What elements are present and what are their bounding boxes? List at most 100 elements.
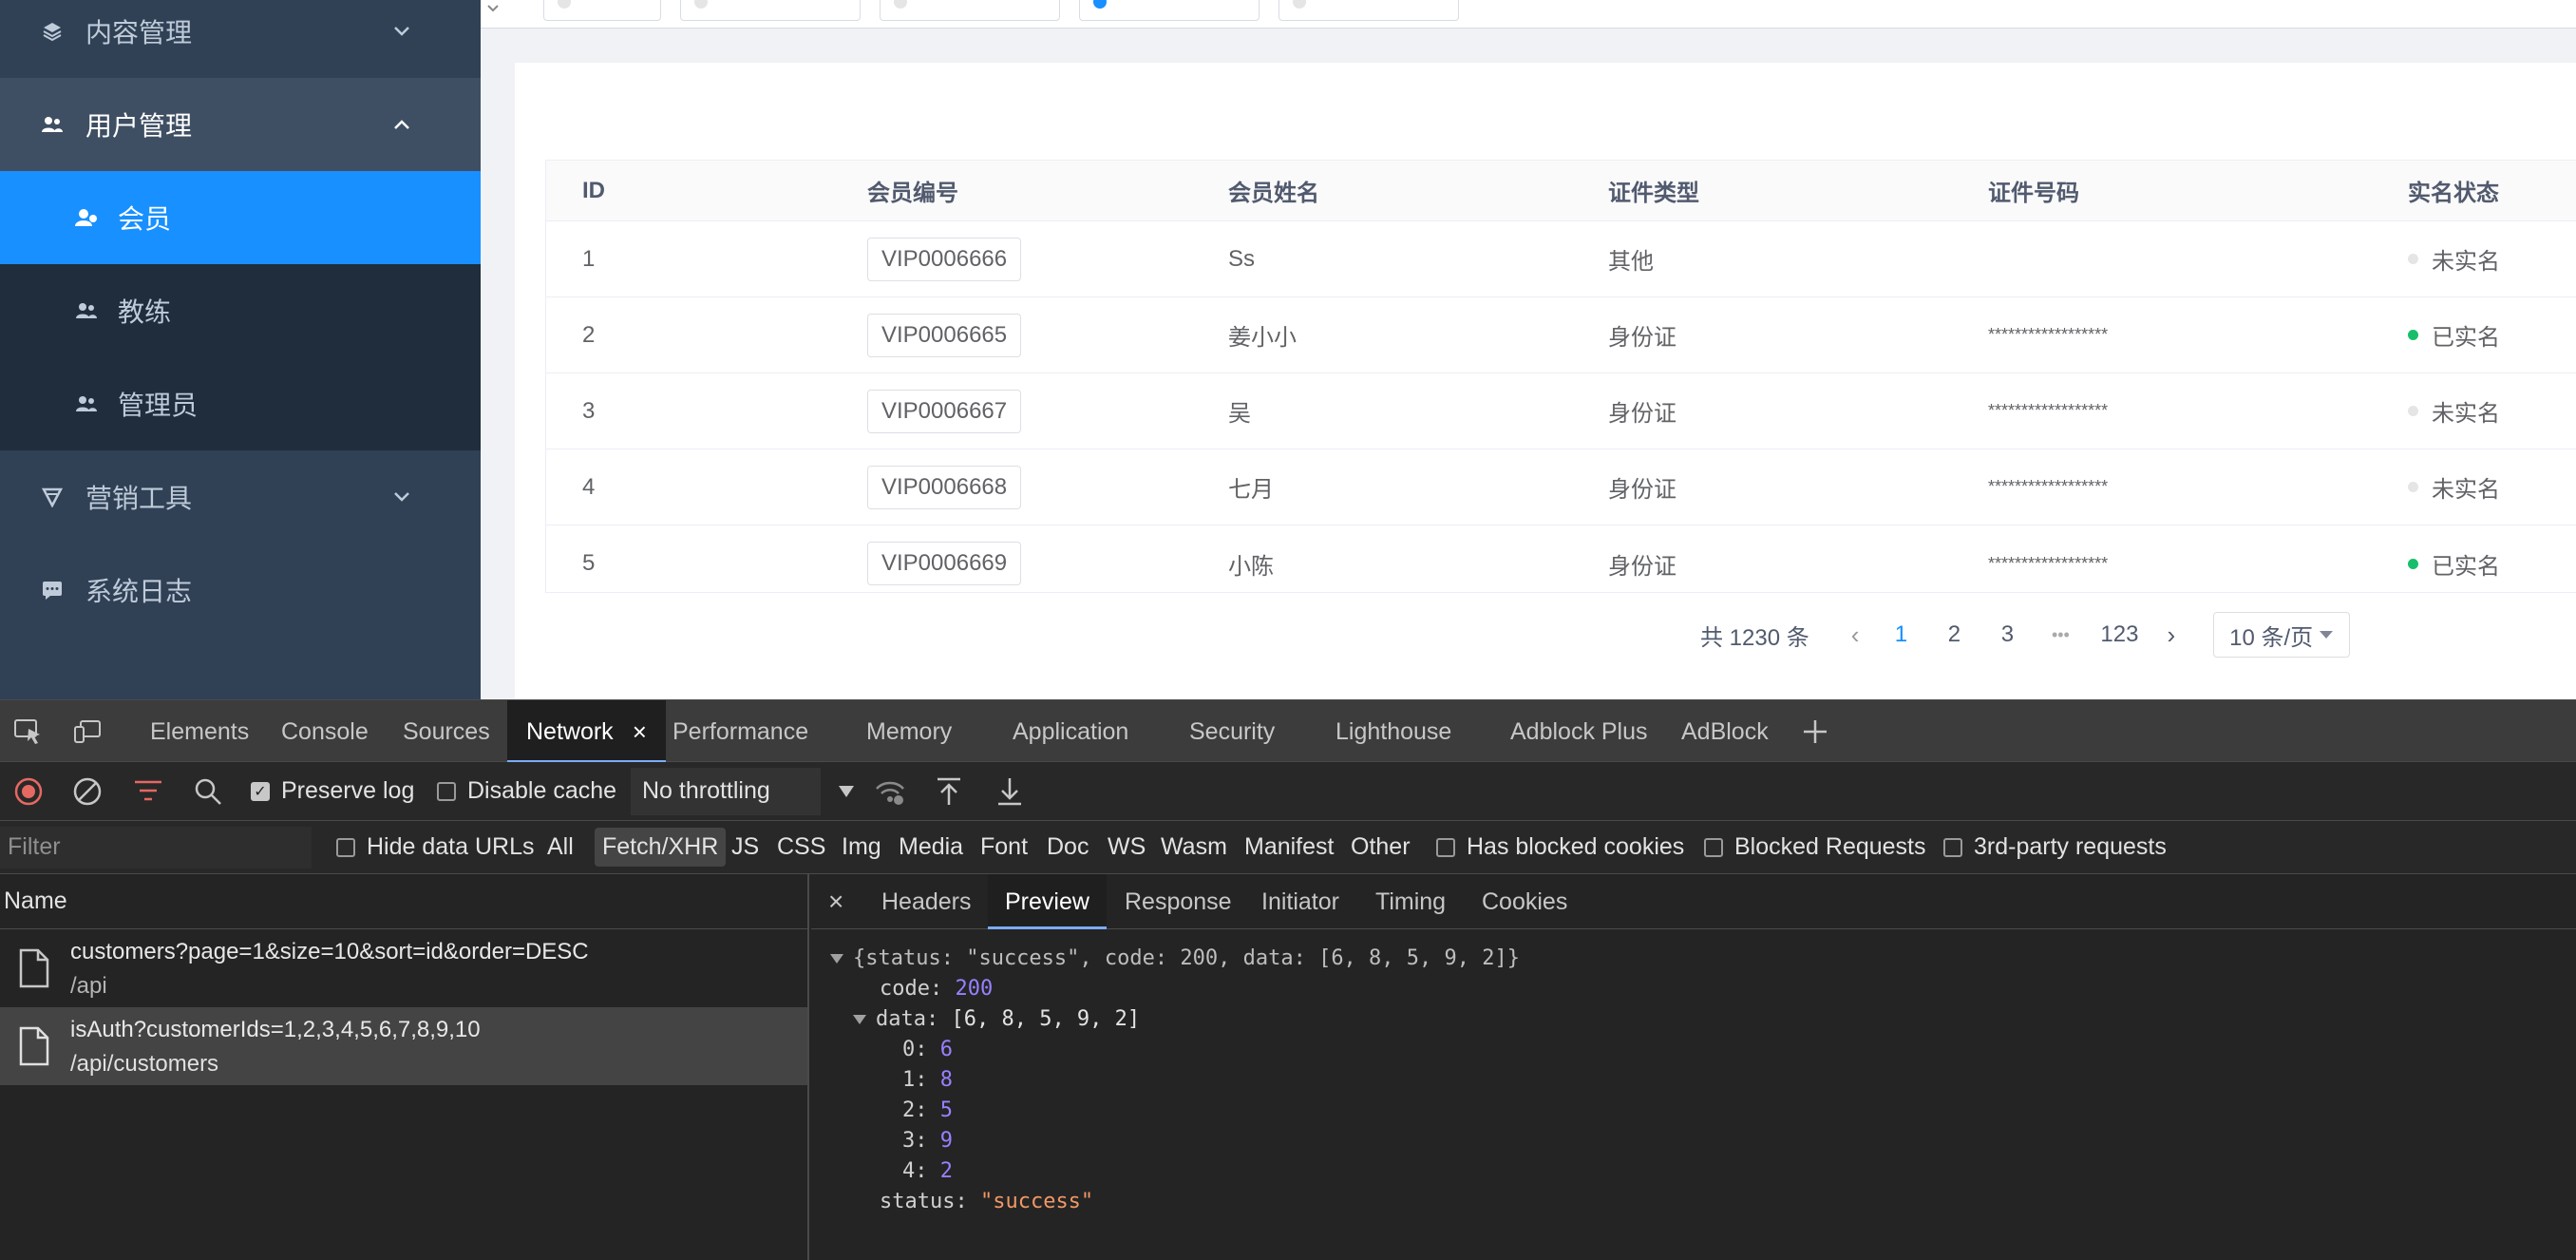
cell-name: 吴 xyxy=(1228,401,1251,427)
close-details-icon[interactable]: × xyxy=(828,874,843,929)
cell-id-type: 身份证 xyxy=(1608,477,1676,503)
type-filter-img[interactable]: Img xyxy=(842,821,881,873)
type-filter-ws[interactable]: WS xyxy=(1108,821,1146,873)
checkbox-icon xyxy=(1704,837,1723,857)
blocked-requests-checkbox[interactable]: Blocked Requests xyxy=(1704,821,1926,873)
sidebar-item-label: 系统日志 xyxy=(85,577,193,606)
tag-item[interactable] xyxy=(880,0,1060,21)
cell-id: 1 xyxy=(582,245,596,272)
tab-adblock[interactable]: AdBlock xyxy=(1681,700,1769,763)
hide-data-urls-checkbox[interactable]: Hide data URLs xyxy=(336,821,534,873)
tab-lighthouse[interactable]: Lighthouse xyxy=(1335,700,1451,763)
tab-application[interactable]: Application xyxy=(1013,700,1128,763)
next-page-icon[interactable]: › xyxy=(2167,620,2175,650)
type-filter-css[interactable]: CSS xyxy=(777,821,825,873)
request-row[interactable]: customers?page=1&size=10&sort=id&order=D… xyxy=(0,929,807,1007)
page-2[interactable]: 2 xyxy=(1941,621,1967,648)
page-ellipsis[interactable]: ••• xyxy=(2047,625,2074,645)
json-root[interactable]: {status: "success", code: 200, data: [6,… xyxy=(830,946,1520,970)
tab-console[interactable]: Console xyxy=(281,700,369,763)
tab-network[interactable]: Network × xyxy=(507,700,666,763)
inspect-element-icon[interactable] xyxy=(13,700,44,763)
file-icon xyxy=(19,948,49,988)
column-header: 证件类型 xyxy=(1608,181,1699,206)
page-1[interactable]: 1 xyxy=(1887,621,1914,648)
import-har-icon[interactable] xyxy=(935,762,963,820)
tab-cookies[interactable]: Cookies xyxy=(1482,874,1567,929)
tab-elements[interactable]: Elements xyxy=(150,700,249,763)
sidebar-item-logs[interactable]: 系统日志 xyxy=(0,544,481,637)
tag-item[interactable] xyxy=(1279,0,1459,21)
tab-adblock-plus[interactable]: Adblock Plus xyxy=(1510,700,1648,763)
clear-icon[interactable] xyxy=(72,762,103,820)
has-blocked-cookies-checkbox[interactable]: Has blocked cookies xyxy=(1436,821,1684,873)
sidebar-item-coach[interactable]: 教练 xyxy=(0,264,481,357)
tag-item[interactable] xyxy=(680,0,861,21)
type-filter-media[interactable]: Media xyxy=(899,821,963,873)
tab-security[interactable]: Security xyxy=(1189,700,1275,763)
tags-scroll-icon[interactable] xyxy=(483,0,503,21)
checkbox-checked-icon xyxy=(251,781,270,801)
json-data-summary: [6, 8, 5, 9, 2] xyxy=(951,1007,1141,1031)
filter-icon[interactable] xyxy=(133,762,163,820)
type-filter-wasm[interactable]: Wasm xyxy=(1161,821,1227,873)
log-icon xyxy=(40,578,65,602)
record-icon[interactable] xyxy=(13,762,44,820)
add-tab-icon[interactable] xyxy=(1801,700,1829,763)
status-dot xyxy=(2408,254,2418,264)
throttling-select[interactable]: No throttling xyxy=(631,762,855,820)
table-row[interactable]: 5 VIP0006669 小陈 身份证 ****************** 已… xyxy=(546,525,2576,601)
device-toggle-icon[interactable] xyxy=(72,700,103,763)
coach-icon xyxy=(74,298,99,323)
json-data[interactable]: data: [6, 8, 5, 9, 2] xyxy=(853,1007,1140,1031)
tab-sources[interactable]: Sources xyxy=(403,700,490,763)
cell-id-number: ****************** xyxy=(1988,477,2109,496)
search-icon[interactable] xyxy=(194,762,222,820)
type-filter-all[interactable]: All xyxy=(547,821,574,873)
tab-response[interactable]: Response xyxy=(1125,874,1232,929)
name-column-header[interactable]: Name xyxy=(0,874,807,929)
close-icon[interactable]: × xyxy=(633,717,647,747)
table-row[interactable]: 2 VIP0006665 姜小小 身份证 ****************** … xyxy=(546,297,2576,373)
page-last[interactable]: 123 xyxy=(2100,621,2138,648)
throttling-value: No throttling xyxy=(642,777,770,804)
page-3[interactable]: 3 xyxy=(1994,621,2020,648)
tag-item-active[interactable] xyxy=(1079,0,1260,21)
disable-cache-checkbox[interactable]: Disable cache xyxy=(437,762,616,820)
column-header: ID xyxy=(582,177,605,203)
export-har-icon[interactable] xyxy=(995,762,1024,820)
member-icon xyxy=(74,205,99,230)
type-filter-doc[interactable]: Doc xyxy=(1047,821,1089,873)
tab-timing[interactable]: Timing xyxy=(1375,874,1446,929)
tab-performance[interactable]: Performance xyxy=(672,700,808,763)
type-filter-fetch-xhr[interactable]: Fetch/XHR xyxy=(595,821,727,873)
chevron-down-icon xyxy=(389,485,414,509)
table-row[interactable]: 4 VIP0006668 七月 身份证 ****************** 未… xyxy=(546,449,2576,525)
filter-input[interactable]: Filter xyxy=(0,821,313,873)
sidebar-item-admin[interactable]: 管理员 xyxy=(0,357,481,450)
page-size-select[interactable]: 10 条/页 xyxy=(2213,612,2351,658)
sidebar-item-marketing[interactable]: 营销工具 xyxy=(0,450,481,544)
table-row[interactable]: 1 VIP0006666 Ss 其他 未实名 xyxy=(546,221,2576,297)
sidebar-item-member[interactable]: 会员 xyxy=(0,171,481,264)
cell-id: 5 xyxy=(582,550,596,576)
sidebar-item-users[interactable]: 用户管理 xyxy=(0,78,481,171)
type-filter-font[interactable]: Font xyxy=(980,821,1028,873)
cell-id-number: ****************** xyxy=(1988,401,2109,420)
tab-memory[interactable]: Memory xyxy=(866,700,952,763)
table-row[interactable]: 3 VIP0006667 吴 身份证 ****************** 未实… xyxy=(546,373,2576,449)
request-row-selected[interactable]: isAuth?customerIds=1,2,3,4,5,6,7,8,9,10 … xyxy=(0,1007,807,1085)
preserve-log-checkbox[interactable]: Preserve log xyxy=(251,762,414,820)
tab-initiator[interactable]: Initiator xyxy=(1261,874,1339,929)
tag-item[interactable] xyxy=(543,0,661,21)
type-filter-manifest[interactable]: Manifest xyxy=(1244,821,1334,873)
tab-preview[interactable]: Preview xyxy=(988,874,1107,929)
third-party-checkbox[interactable]: 3rd-party requests xyxy=(1943,821,2167,873)
prev-page-icon[interactable]: ‹ xyxy=(1851,620,1860,650)
type-filter-js[interactable]: JS xyxy=(731,821,759,873)
type-filter-other[interactable]: Other xyxy=(1351,821,1411,873)
network-conditions-icon[interactable] xyxy=(874,762,906,820)
status-dot xyxy=(2408,406,2418,416)
sidebar-item-content[interactable]: 内容管理 xyxy=(0,0,481,78)
tab-headers[interactable]: Headers xyxy=(881,874,972,929)
